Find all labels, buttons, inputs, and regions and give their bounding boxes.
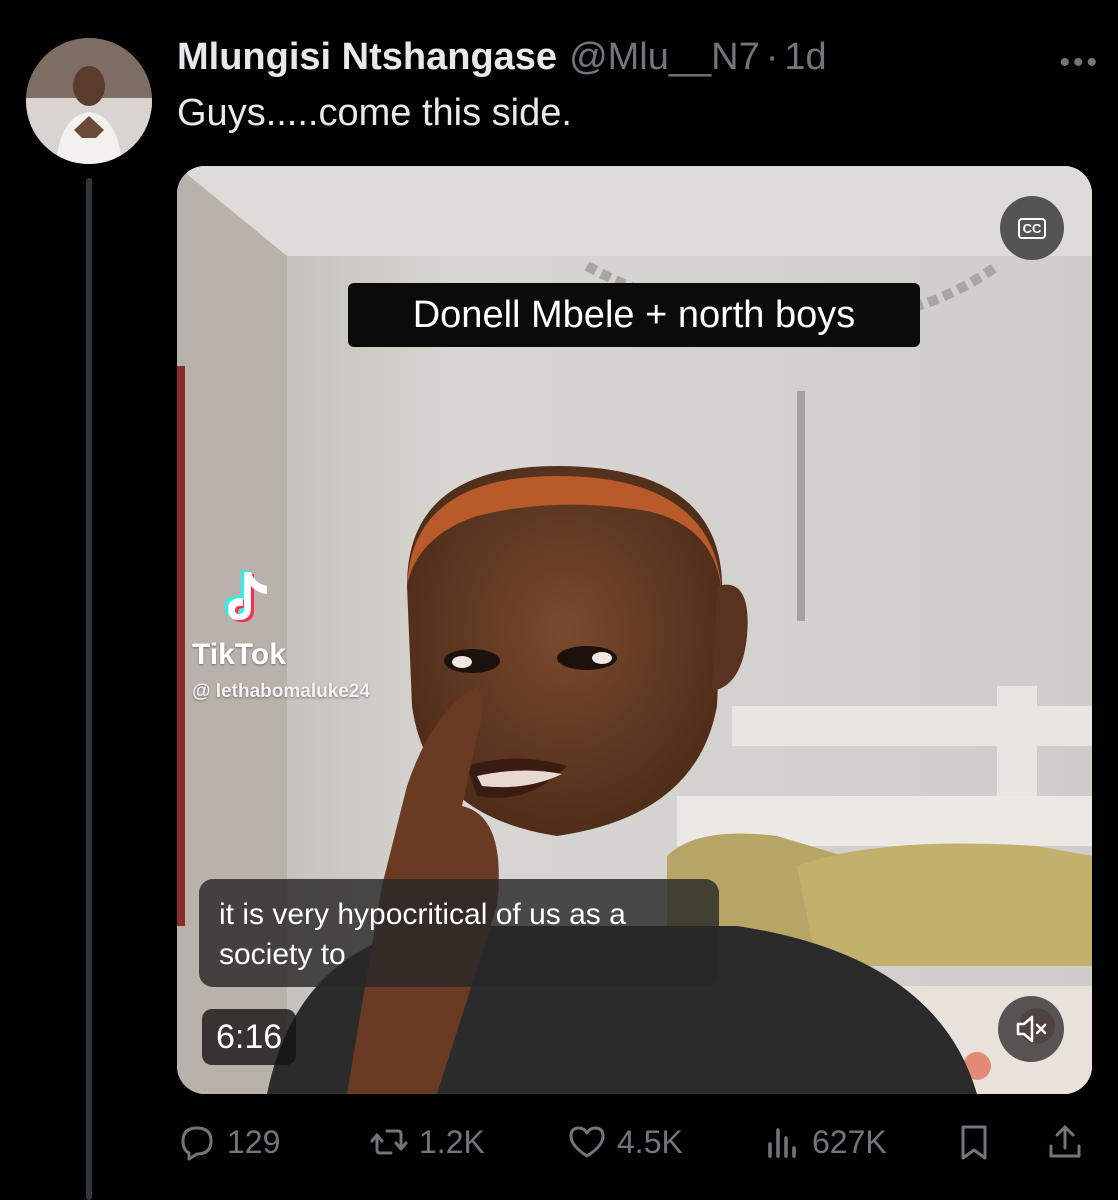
tweet-actions: 129 1.2K 4.5K 627K: [177, 1112, 1092, 1172]
video-caption: it is very hypocritical of us as a socie…: [199, 879, 719, 987]
repost-count: 1.2K: [419, 1123, 485, 1160]
mute-button[interactable]: [998, 996, 1064, 1062]
separator-dot: ·: [765, 36, 779, 78]
like-icon: [569, 1126, 605, 1158]
more-icon[interactable]: •••: [1059, 46, 1100, 80]
video-duration: 6:16: [202, 1009, 297, 1065]
avatar[interactable]: [26, 38, 152, 164]
reply-button[interactable]: 129: [177, 1112, 280, 1172]
author-handle[interactable]: @Mlu__N7: [569, 36, 760, 79]
repost-icon: [370, 1129, 408, 1155]
views-button[interactable]: 627K: [762, 1112, 887, 1172]
captions-button[interactable]: CC: [1000, 196, 1064, 260]
like-button[interactable]: 4.5K: [567, 1112, 683, 1172]
mute-icon: [1016, 1015, 1047, 1043]
like-count: 4.5K: [617, 1123, 683, 1160]
thread-line: [86, 178, 92, 1200]
tweet-text: Guys.....come this side.: [177, 92, 572, 134]
tiktok-watermark: TikTok: [192, 638, 286, 671]
share-icon: [1049, 1125, 1081, 1158]
view-count: 627K: [812, 1123, 887, 1160]
reply-icon: [181, 1126, 213, 1161]
video-overlay-title: Donell Mbele + north boys: [348, 283, 920, 347]
tweet-time[interactable]: 1d: [784, 36, 826, 79]
tweet-header: Mlungisi Ntshangase @Mlu__N7 · 1d: [177, 36, 1078, 82]
author-name[interactable]: Mlungisi Ntshangase: [177, 36, 557, 79]
repost-button[interactable]: 1.2K: [369, 1112, 485, 1172]
bookmark-icon: [961, 1125, 987, 1160]
share-button[interactable]: [1045, 1112, 1085, 1172]
video-player[interactable]: CC Donell Mbele + north boys TikTok @ le…: [177, 166, 1092, 1094]
tiktok-logo-icon: [225, 570, 267, 622]
bookmark-button[interactable]: [954, 1112, 994, 1172]
reply-count: 129: [227, 1123, 281, 1160]
tiktok-handle: @ lethabomaluke24: [192, 681, 370, 702]
avatar-image: [26, 38, 152, 164]
cc-icon: CC: [1017, 217, 1047, 239]
views-icon: [768, 1128, 796, 1158]
